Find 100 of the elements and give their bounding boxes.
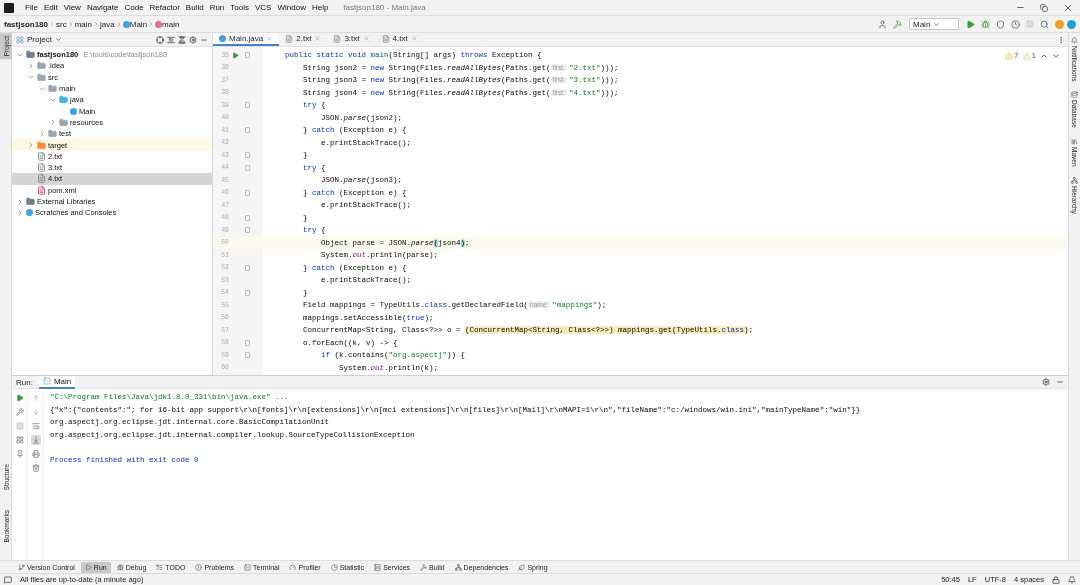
fold-icon[interactable] [244,152,250,159]
file-icon [381,34,390,43]
file-icon [37,163,46,173]
breadcrumb[interactable]: src [56,19,67,29]
editor-tab[interactable]: 4.txt [375,33,424,46]
folder-icon [37,72,46,82]
menu-item[interactable]: Window [274,3,309,12]
coverage-icon [996,19,1005,29]
chevron-right-icon[interactable] [16,208,24,217]
down-arrow-icon [31,408,40,416]
notification-icon [1068,575,1076,584]
menu-item[interactable]: Code [121,3,147,12]
hierarchy-icon [1071,176,1078,184]
pie-chart-icon [330,563,338,571]
method-icon [155,20,163,28]
search-icon [1040,19,1049,29]
menu-item[interactable]: View [60,3,84,12]
close-icon [314,35,322,42]
fold-icon[interactable] [244,102,250,109]
close-icon [362,35,370,42]
breadcrumb[interactable]: fastjson180 [4,19,49,29]
panel-title[interactable]: Project [27,35,52,44]
menu-item[interactable]: Tools [227,3,252,12]
editor-tab[interactable]: 3.txt [327,33,376,46]
folder-icon [37,140,46,150]
soft-wrap-icon [31,422,40,430]
gauge-icon [289,563,297,571]
menu-item[interactable]: Refactor [146,3,183,12]
menu-item[interactable]: Run [206,3,228,12]
trash-icon [31,464,40,472]
run-icon [966,19,975,29]
warning-count[interactable]: 7 [1014,51,1019,60]
server-icon [374,563,382,571]
hammer-icon [420,563,428,571]
fold-icon[interactable] [244,264,250,271]
menu-item[interactable]: VCS [252,3,275,12]
file-icon [37,185,46,195]
up-arrow-icon [31,394,40,402]
console-icon [42,377,51,385]
menu-item[interactable]: File [22,3,41,12]
warning-count[interactable]: 1 [1031,51,1036,60]
chevron-right-icon[interactable] [27,141,35,149]
fold-icon[interactable] [244,189,250,196]
run-icon[interactable] [231,51,239,59]
menu-item[interactable]: Help [308,3,332,12]
library-icon [1071,138,1078,146]
update-icon[interactable] [1055,19,1064,29]
editor-tab[interactable]: Main.java [213,33,280,46]
class-icon [70,107,77,115]
print-icon [31,450,40,458]
class-icon [122,20,130,28]
layout-icon [15,436,24,444]
fold-icon[interactable] [244,339,250,346]
user-icon [878,19,887,29]
folder-icon [26,197,35,206]
run-icon [84,563,92,571]
breadcrumb[interactable]: main [74,19,93,29]
fold-icon[interactable] [244,127,250,134]
folder-icon [48,84,57,94]
run-config-dropdown[interactable]: Main [909,18,959,30]
fold-icon[interactable] [244,289,250,296]
fold-icon[interactable] [244,164,250,171]
rerun-icon [15,394,24,402]
breadcrumb[interactable]: main [162,19,180,29]
folder-icon [48,129,57,139]
fold-icon[interactable] [244,352,250,359]
menu-item[interactable]: Navigate [83,3,122,12]
folder-icon [59,117,68,127]
lock-icon [1052,575,1060,584]
chevron-right-icon[interactable] [38,129,46,138]
breadcrumb[interactable]: Main [129,19,148,29]
run-tab[interactable]: Main [38,375,76,389]
folder-icon [59,95,68,105]
locate-icon [156,35,164,44]
settings-icon [189,35,197,44]
folder-icon [37,61,46,71]
chevron-right-icon[interactable] [49,118,57,127]
file-icon [37,174,46,184]
app-logo[interactable] [1067,19,1076,29]
fold-icon[interactable] [244,227,250,234]
editor-tab[interactable]: 2.txt [279,33,328,46]
network-icon [454,563,462,571]
chevron-right-icon[interactable] [16,197,24,206]
branch-icon [18,563,25,571]
bell-icon [1071,37,1078,44]
debug-icon [116,563,124,571]
menu-item[interactable]: Edit [40,3,61,12]
chevron-right-icon[interactable] [27,61,35,70]
breadcrumb[interactable]: java [100,19,115,29]
close-icon [1063,2,1073,13]
expand-all-icon [167,35,175,44]
collapse-all-icon [178,35,186,44]
caret-icon [54,36,62,43]
pin-icon [15,450,24,458]
list-icon [156,563,164,571]
fold-icon[interactable] [244,52,250,59]
database-icon [1071,91,1078,99]
menu-item[interactable]: Build [182,3,207,12]
scratch-icon [26,209,33,217]
fold-icon[interactable] [244,214,250,221]
